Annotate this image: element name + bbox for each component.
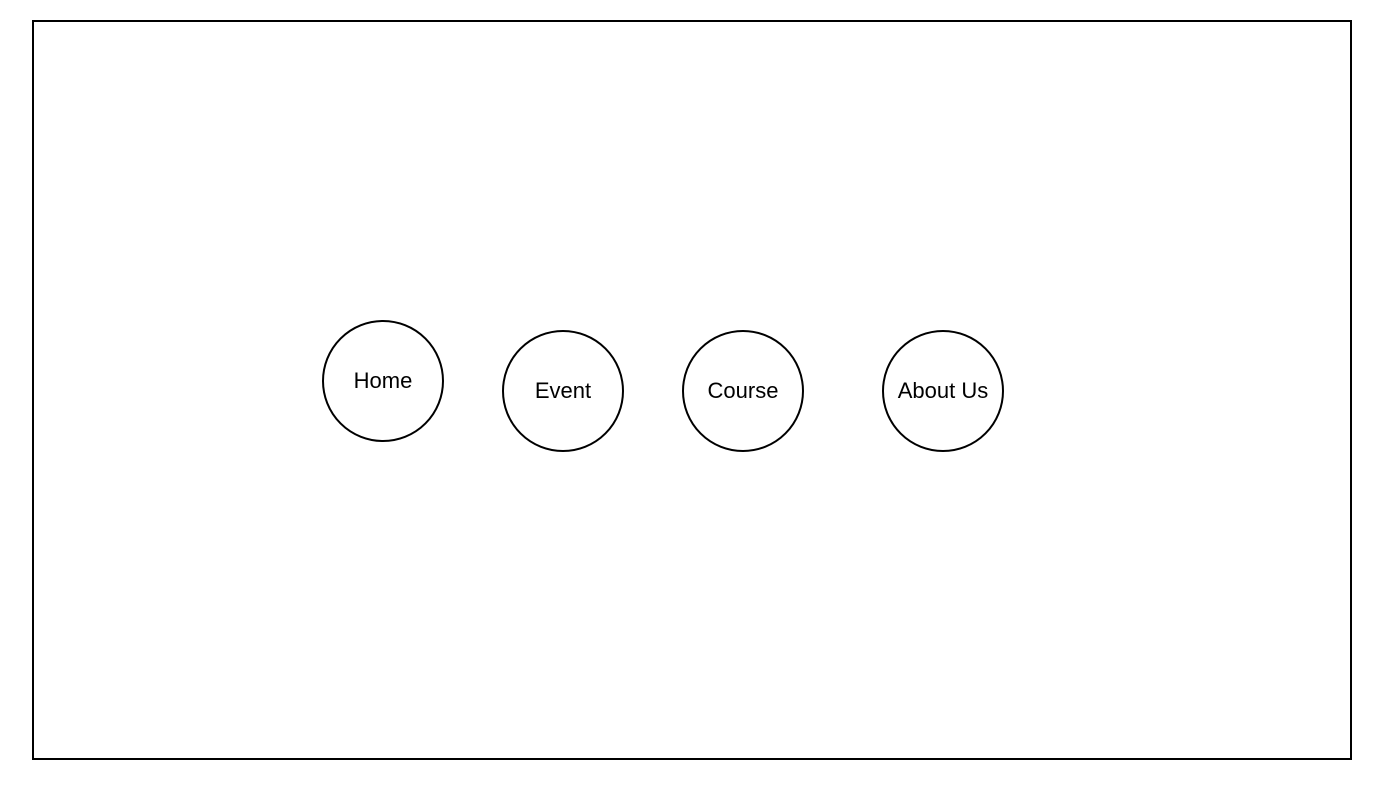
nav-about-us-label: About Us	[897, 378, 989, 403]
nav-course-button[interactable]: Course	[682, 330, 804, 452]
nav-home-label: Home	[353, 368, 413, 393]
nav-about-us-button[interactable]: About Us	[882, 330, 1004, 452]
nav-event-button[interactable]: Event	[502, 330, 624, 452]
nav-event-label: Event	[534, 378, 592, 403]
nav-home-button[interactable]: Home	[322, 320, 444, 442]
nav-course-label: Course	[707, 378, 779, 403]
